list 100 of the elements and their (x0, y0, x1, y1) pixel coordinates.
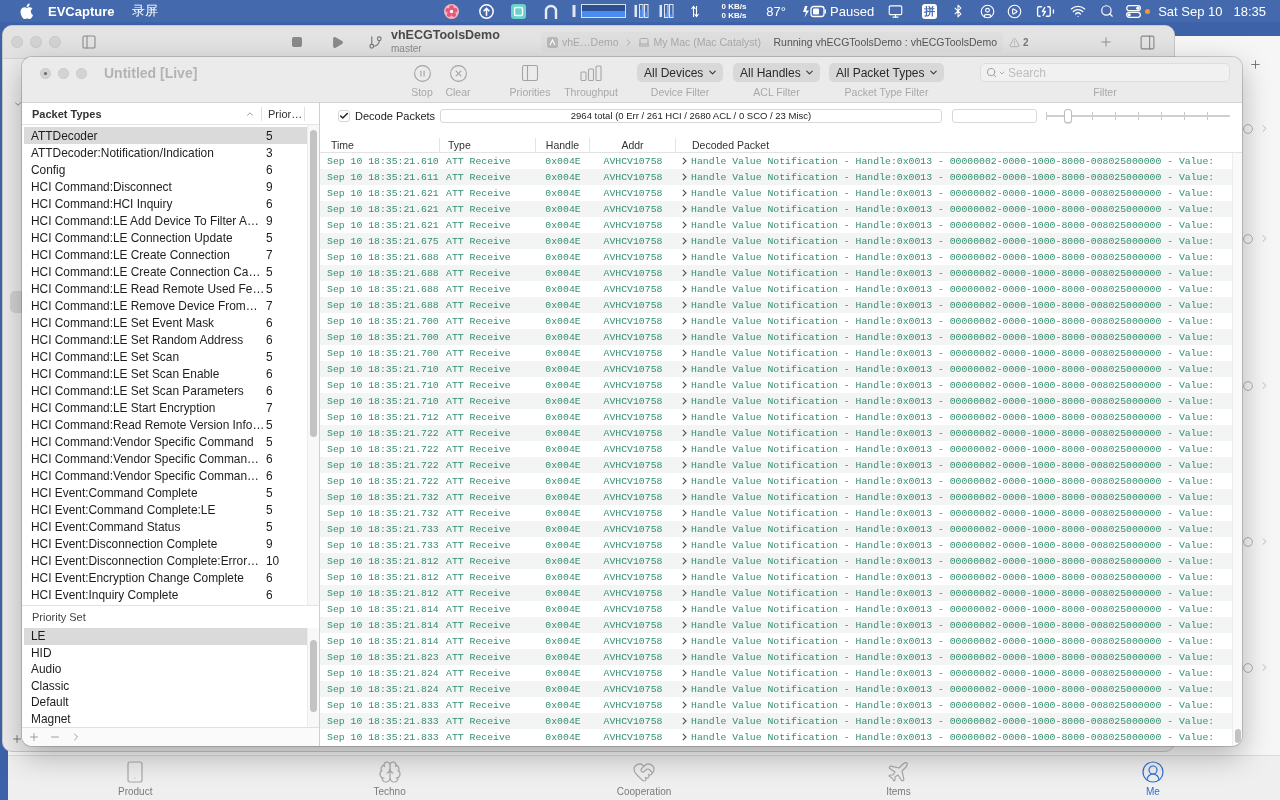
packet-type-row[interactable]: HCI Command:LE Set Scan Parameters 6 (24, 382, 307, 399)
cpu-graph-icon[interactable] (572, 3, 627, 19)
packet-type-row[interactable]: HCI Command:Vendor Specific Comman… 6 (24, 467, 307, 484)
column-header[interactable]: Addr (590, 137, 676, 152)
packet-type-row[interactable]: Config 6 (24, 161, 307, 178)
packet-type-row[interactable]: HCI Command:LE Read Remote Used Fe…5 (24, 280, 307, 297)
packet-type-row[interactable]: ATTDecoder:Notification/Indication 3 (24, 144, 307, 161)
apple-logo-icon[interactable] (20, 3, 33, 19)
packet-type-row[interactable]: ATTDecoder 5 (24, 127, 307, 144)
column-header[interactable]: Time (320, 137, 440, 152)
packet-type-row[interactable]: HCI Command:Read Remote Version Info…5 (24, 416, 307, 433)
packet-type-row[interactable]: HCI Event:Encryption Change Complete 6 (24, 569, 307, 586)
scrollbar-thumb[interactable] (1234, 729, 1241, 743)
tab-item[interactable]: Product (117, 756, 153, 800)
table-row[interactable]: Sep 10 18:35:21.611 ATT Receive 0x004E AVHCV10758 Handle Value Notification - Handle:0x0013 - 00000002-0000-1000-8000-008025000000 - Value: (320, 169, 1232, 185)
table-row[interactable]: Sep 10 18:35:21.675 ATT Receive 0x004E AVHCV10758 Handle Value Notification - Handle:0x0013 - 00000002-0000-1000-8000-008025000000 - Value: (320, 233, 1232, 249)
scrollbar-thumb[interactable] (310, 640, 317, 712)
filter-dropdown[interactable]: All Packet Types (829, 63, 944, 82)
priority-set-row[interactable]: Audio (24, 661, 307, 678)
disk-bars-icon[interactable] (659, 3, 675, 19)
packet-type-row[interactable]: HCI Event:Command Complete 5 (24, 484, 307, 501)
recorder-status[interactable]: Paused (830, 3, 875, 19)
memory-bars-icon[interactable] (634, 3, 650, 19)
sidebar-toggle-icon[interactable] (81, 34, 97, 50)
warnings-button[interactable]: 2 (1009, 36, 1029, 48)
column-header[interactable]: Decoded Packet (676, 137, 1242, 152)
table-row[interactable]: Sep 10 18:35:21.733 ATT Receive 0x004E AVHCV10758 Handle Value Notification - Handle:0x0013 - 00000002-0000-1000-8000-008025000000 - Value: (320, 521, 1232, 537)
filter-dropdown[interactable]: All Devices (637, 63, 723, 82)
table-row[interactable]: Sep 10 18:35:21.722 ATT Receive 0x004E AVHCV10758 Handle Value Notification - Handle:0x0013 - 00000002-0000-1000-8000-008025000000 - Value: (320, 425, 1232, 441)
packet-type-row[interactable]: HCI Event:Command Status 5 (24, 518, 307, 535)
plus-icon[interactable] (11, 733, 23, 745)
checkbox[interactable] (338, 110, 350, 122)
control-center-icon[interactable] (1126, 4, 1142, 18)
table-row[interactable]: Sep 10 18:35:21.814 ATT Receive 0x004E AVHCV10758 Handle Value Notification - Handle:0x0013 - 00000002-0000-1000-8000-008025000000 - Value: (320, 617, 1232, 633)
search-icon[interactable] (1100, 4, 1115, 18)
priority-set-row[interactable]: Magnet (24, 710, 307, 727)
packet-type-row[interactable]: HCI Command:HCI Inquiry 6 (24, 195, 307, 212)
table-row[interactable]: Sep 10 18:35:21.833 ATT Receive 0x004E AVHCV10758 Handle Value Notification - Handle:0x0013 - 00000002-0000-1000-8000-008025000000 - Value: (320, 713, 1232, 729)
tab-item[interactable]: Techno (373, 756, 406, 800)
inspector-toggle-icon[interactable] (1138, 33, 1156, 51)
project-name[interactable]: vhECGToolsDemo (391, 29, 537, 42)
priority-set-row[interactable]: LE (24, 628, 307, 645)
app-tile-icon[interactable] (511, 3, 527, 19)
priority-set-row[interactable]: Classic (24, 677, 307, 694)
menu-bar-date[interactable]: Sat Sep 10 (1158, 3, 1223, 19)
table-row[interactable]: Sep 10 18:35:21.824 ATT Receive 0x004E AVHCV10758 Handle Value Notification - Handle:0x0013 - 00000002-0000-1000-8000-008025000000 - Value: (320, 681, 1232, 697)
packet-type-row[interactable]: HCI Command:LE Start Encryption 7 (24, 399, 307, 416)
menu-bar-clock[interactable]: 18:35 (1233, 3, 1266, 19)
close-button[interactable] (40, 67, 51, 79)
packet-type-row[interactable]: HCI Event:Command Complete:LE 5 (24, 501, 307, 518)
arch-icon[interactable] (544, 3, 559, 19)
packet-type-row[interactable]: HCI Command:LE Set Event Mask 6 (24, 314, 307, 331)
app-menu[interactable]: EVCapture (48, 3, 115, 19)
packet-type-row[interactable]: HCI Command:LE Create Connection 7 (24, 246, 307, 263)
column-header[interactable]: Type (440, 137, 536, 152)
play-icon[interactable] (331, 35, 344, 49)
table-row[interactable]: Sep 10 18:35:21.688 ATT Receive 0x004E AVHCV10758 Handle Value Notification - Handle:0x0013 - 00000002-0000-1000-8000-008025000000 - Value: (320, 297, 1232, 313)
packet-type-row[interactable]: HCI Event:Inquiry Complete 6 (24, 586, 307, 603)
packet-type-row[interactable]: HCI Command:LE Set Scan 5 (24, 348, 307, 365)
table-row[interactable]: Sep 10 18:35:21.710 ATT Receive 0x004E AVHCV10758 Handle Value Notification - Handle:0x0013 - 00000002-0000-1000-8000-008025000000 - Value: (320, 361, 1232, 377)
packet-type-row[interactable]: HCI Command:Vendor Specific Comman… 6 (24, 450, 307, 467)
table-row[interactable]: Sep 10 18:35:21.710 ATT Receive 0x004E AVHCV10758 Handle Value Notification - Handle:0x0013 - 00000002-0000-1000-8000-008025000000 - Value: (320, 393, 1232, 409)
menu-item[interactable]: 录屏 (132, 2, 159, 20)
display-icon[interactable] (888, 3, 904, 19)
plus-icon[interactable] (1249, 58, 1262, 71)
table-row[interactable]: Sep 10 18:35:21.812 ATT Receive 0x004E AVHCV10758 Handle Value Notification - Handle:0x0013 - 00000002-0000-1000-8000-008025000000 - Value: (320, 553, 1232, 569)
table-row[interactable]: Sep 10 18:35:21.722 ATT Receive 0x004E AVHCV10758 Handle Value Notification - Handle:0x0013 - 00000002-0000-1000-8000-008025000000 - Value: (320, 457, 1232, 473)
slider-thumb[interactable] (1064, 109, 1073, 123)
packet-type-row[interactable]: HCI Event:Disconnection Complete:Error… 10 (24, 552, 307, 569)
table-row[interactable]: Sep 10 18:35:21.823 ATT Receive 0x004E AVHCV10758 Handle Value Notification - Handle:0x0013 - 00000002-0000-1000-8000-008025000000 - Value: (320, 649, 1232, 665)
packet-type-row[interactable]: HCI Command:Disconnect 9 (24, 178, 307, 195)
tab-item[interactable]: Items (886, 756, 911, 800)
tab-item[interactable]: Cooperation (616, 756, 672, 800)
play-circle-icon[interactable] (1007, 3, 1023, 19)
packet-type-row[interactable]: HCI Event:Disconnection Complete 9 (24, 535, 307, 552)
table-row[interactable]: Sep 10 18:35:21.732 ATT Receive 0x004E AVHCV10758 Handle Value Notification - Handle:0x0013 - 00000002-0000-1000-8000-008025000000 - Value: (320, 489, 1232, 505)
priority-set-row[interactable]: Default (24, 694, 307, 711)
temperature-reading[interactable]: 87° (766, 3, 787, 19)
table-row[interactable]: Sep 10 18:35:21.812 ATT Receive 0x004E AVHCV10758 Handle Value Notification - Handle:0x0013 - 00000002-0000-1000-8000-008025000000 - Value: (320, 585, 1232, 601)
table-row[interactable]: Sep 10 18:35:21.688 ATT Receive 0x004E AVHCV10758 Handle Value Notification - Handle:0x0013 - 00000002-0000-1000-8000-008025000000 - Value: (320, 265, 1232, 281)
flower-icon[interactable] (444, 3, 460, 19)
packet-type-row[interactable]: HCI Command:Vendor Specific Command 5 (24, 433, 307, 450)
packet-type-row[interactable]: HCI Command:LE Remove Device From… 7 (24, 297, 307, 314)
stop-icon[interactable] (291, 36, 303, 48)
column-header[interactable]: Handle (536, 137, 590, 152)
filter-dropdown[interactable]: All Handles (733, 63, 820, 82)
column-header[interactable]: Prior… (262, 106, 305, 121)
user-circle-icon[interactable] (980, 3, 996, 19)
packet-type-row[interactable]: HCI Command:LE Set Scan Enable 6 (24, 365, 307, 382)
packet-type-row[interactable]: HCI Command:LE Set Random Address 6 (24, 331, 307, 348)
chevron-down-icon[interactable] (13, 99, 23, 109)
packet-type-row[interactable]: HCI Command:LE Connection Update 5 (24, 229, 307, 246)
up-down-arrows-icon[interactable] (691, 4, 700, 18)
input-field[interactable] (952, 109, 1037, 123)
column-header[interactable]: Packet Types (22, 106, 262, 121)
battery-bolt-icon[interactable] (802, 4, 827, 18)
input-method-indicator[interactable]: 拼 (922, 3, 938, 19)
tab-item[interactable]: Me (1140, 756, 1165, 800)
table-row[interactable]: Sep 10 18:35:21.621 ATT Receive 0x004E AVHCV10758 Handle Value Notification - Handle:0x0013 - 00000002-0000-1000-8000-008025000000 - Value: (320, 201, 1232, 217)
packet-type-row[interactable]: HCI Command:LE Add Device To Filter A… 9 (24, 212, 307, 229)
